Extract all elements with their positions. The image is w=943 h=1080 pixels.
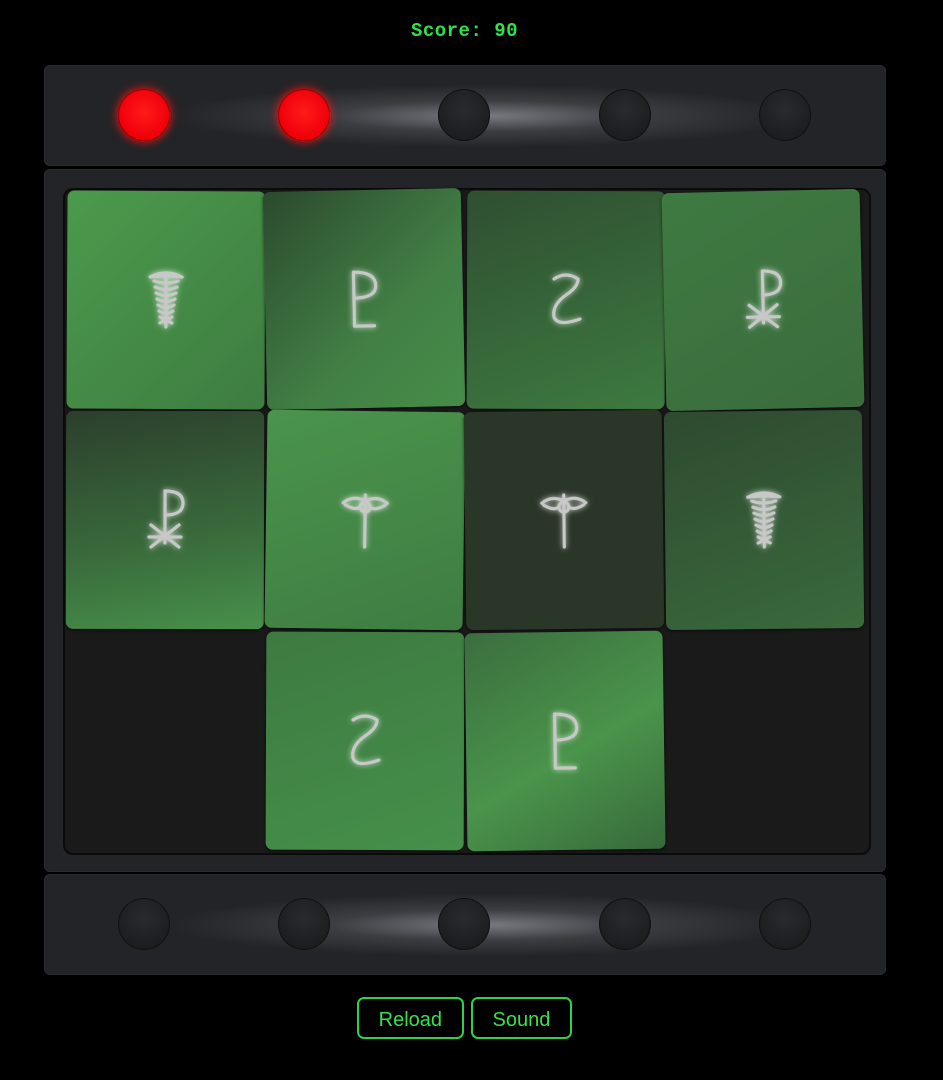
indicator-light [759,898,811,950]
card[interactable] [466,190,666,410]
score-display: Score: 90 [410,20,519,42]
rho-cross-icon [535,706,596,777]
card[interactable] [66,190,266,410]
z-glyph-icon [335,706,395,776]
card[interactable] [464,630,666,852]
caduceus-icon [136,265,196,335]
sound-button[interactable]: Sound [470,997,573,1039]
card[interactable] [663,409,865,631]
card[interactable] [661,188,865,412]
control-bar: Reload Sound [0,997,929,1039]
chi-rho-icon [732,264,794,335]
game-board-panel [44,169,886,872]
reload-button[interactable]: Reload [356,997,465,1039]
indicator-light [118,898,170,950]
caduceus-icon [734,485,795,556]
chi-rho-icon [135,485,195,555]
indicator-light [118,89,170,141]
card[interactable] [265,631,465,851]
card[interactable] [65,410,265,630]
indicator-light [599,89,651,141]
indicator-light [759,89,811,141]
indicator-light [438,898,490,950]
card-grid [63,187,871,855]
top-indicator-panel [44,65,886,166]
bottom-indicator-panel [44,874,886,975]
indicator-light [438,89,490,141]
card[interactable] [264,409,466,631]
indicator-light [278,89,330,141]
z-glyph-icon [536,265,596,335]
staff-icon [534,485,595,556]
indicator-light [278,898,330,950]
indicator-light [599,898,651,950]
card[interactable] [463,409,665,631]
card[interactable] [262,187,466,411]
staff-icon [335,485,396,556]
rho-cross-icon [333,263,394,334]
